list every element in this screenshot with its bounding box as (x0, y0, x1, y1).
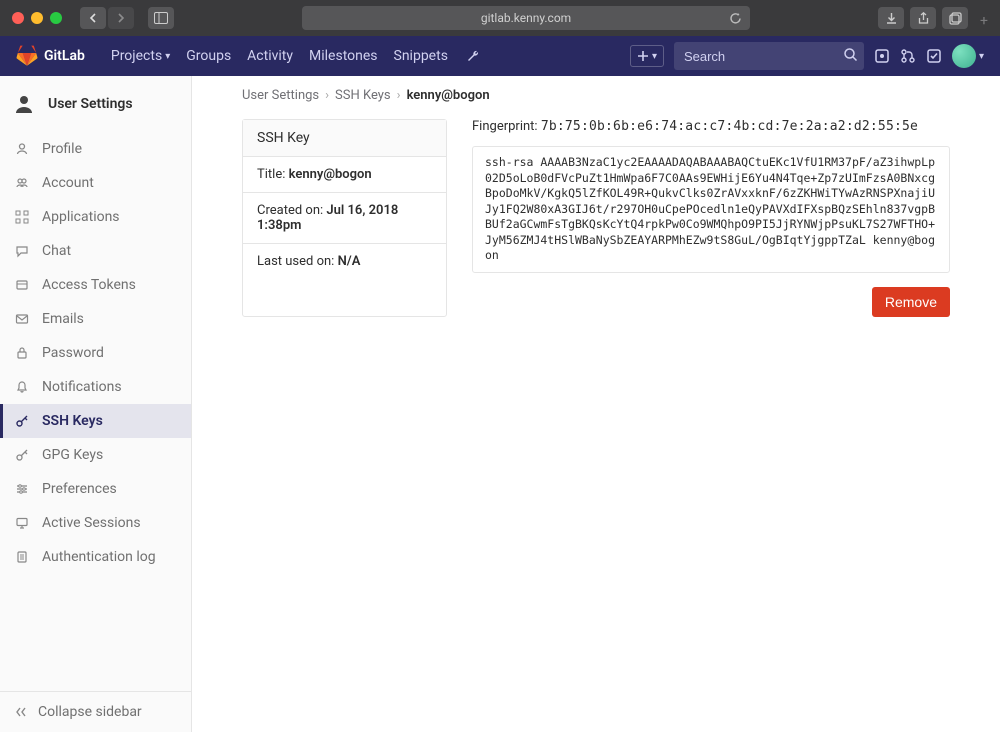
sidebar-item-active-sessions[interactable]: Active Sessions (0, 506, 191, 540)
browser-back[interactable] (80, 7, 106, 29)
fingerprint-row: Fingerprint: 7b:75:0b:6b:e6:74:ac:c7:4b:… (472, 119, 950, 134)
search-icon[interactable] (843, 47, 858, 62)
breadcrumb-section[interactable]: SSH Keys (335, 88, 391, 103)
sidebar-item-applications[interactable]: Applications (0, 200, 191, 234)
collapse-label: Collapse sidebar (38, 704, 142, 720)
collapse-sidebar[interactable]: Collapse sidebar (0, 691, 191, 732)
window-controls (12, 12, 62, 24)
browser-address-bar[interactable]: gitlab.kenny.com (302, 6, 750, 30)
sidebar-item-label: Chat (42, 243, 71, 259)
admin-wrench-icon[interactable] (466, 49, 481, 64)
sidebar-heading-text: User Settings (48, 96, 133, 112)
nav-snippets[interactable]: Snippets (394, 48, 448, 64)
todos-icon[interactable] (926, 48, 942, 64)
sidebar-item-password[interactable]: Password (0, 336, 191, 370)
sidebar-item-label: SSH Keys (42, 413, 103, 429)
sidebar-item-account[interactable]: Account (0, 166, 191, 200)
gitlab-logo[interactable]: GitLab (16, 45, 85, 67)
browser-share-icon[interactable] (910, 7, 936, 29)
sidebar-item-label: Applications (42, 209, 120, 225)
nav-projects[interactable]: Projects▾ (111, 48, 170, 64)
card-row-title: Title: kenny@bogon (243, 157, 446, 193)
card-row-last-used: Last used on: N/A (243, 244, 446, 279)
sidebar-item-label: Account (42, 175, 94, 191)
sidebar-item-label: Active Sessions (42, 515, 141, 531)
fingerprint-label: Fingerprint: (472, 119, 538, 134)
browser-address-text: gitlab.kenny.com (481, 11, 571, 25)
window-minimize[interactable] (31, 12, 43, 24)
sidebar-item-gpg-keys[interactable]: GPG Keys (0, 438, 191, 472)
caret-down-icon: ▾ (165, 51, 170, 62)
public-key-box: ssh-rsa AAAAB3NzaC1yc2EAAAADAQABAAABAQCt… (472, 146, 950, 273)
browser-sidebar-toggle[interactable] (148, 7, 174, 29)
token-icon (14, 278, 30, 292)
brand-text: GitLab (44, 48, 85, 64)
sidebar-item-access-tokens[interactable]: Access Tokens (0, 268, 191, 302)
new-dropdown[interactable]: ▾ (630, 45, 664, 67)
breadcrumb: User Settings›SSH Keys›kenny@bogon (242, 88, 950, 103)
gitlab-header: GitLab Projects▾ Groups Activity Milesto… (0, 36, 1000, 76)
sidebar-item-emails[interactable]: Emails (0, 302, 191, 336)
merge-requests-icon[interactable] (900, 48, 916, 64)
browser-forward[interactable] (108, 7, 134, 29)
fingerprint-value: 7b:75:0b:6b:e6:74:ac:c7:4b:cd:7e:2a:a2:d… (541, 119, 918, 134)
caret-down-icon: ▾ (652, 51, 657, 62)
chat-icon (14, 244, 30, 258)
user-icon (12, 92, 36, 116)
nav-groups[interactable]: Groups (186, 48, 231, 64)
sidebar-item-label: Password (42, 345, 104, 361)
sidebar-item-label: GPG Keys (42, 447, 103, 463)
remove-button[interactable]: Remove (872, 287, 950, 317)
sidebar-item-label: Preferences (42, 481, 117, 497)
account-icon (14, 176, 30, 190)
sidebar-item-label: Notifications (42, 379, 122, 395)
sidebar-item-profile[interactable]: Profile (0, 132, 191, 166)
key-icon (14, 448, 30, 462)
email-icon (14, 312, 30, 326)
caret-down-icon: ▾ (979, 51, 984, 62)
card-row-created: Created on: Jul 16, 2018 1:38pm (243, 193, 446, 244)
sidebar-item-label: Profile (42, 141, 82, 157)
chevron-left-icon (14, 705, 28, 719)
card-heading: SSH Key (243, 120, 446, 157)
sidebar-item-label: Access Tokens (42, 277, 136, 293)
browser-chrome: gitlab.kenny.com + (0, 0, 1000, 36)
preferences-icon (14, 482, 30, 496)
ssh-key-card: SSH Key Title: kenny@bogon Created on: J… (242, 119, 447, 317)
nav-milestones[interactable]: Milestones (309, 48, 378, 64)
log-icon (14, 550, 30, 564)
main-content: User Settings›SSH Keys›kenny@bogon SSH K… (192, 76, 1000, 732)
window-close[interactable] (12, 12, 24, 24)
search-input[interactable] (674, 42, 864, 70)
key-icon (14, 414, 30, 428)
sidebar-item-preferences[interactable]: Preferences (0, 472, 191, 506)
breadcrumb-current: kenny@bogon (407, 88, 490, 103)
browser-tabs-icon[interactable] (942, 7, 968, 29)
browser-new-tab[interactable]: + (980, 7, 988, 29)
window-maximize[interactable] (50, 12, 62, 24)
profile-icon (14, 142, 30, 156)
sidebar-item-chat[interactable]: Chat (0, 234, 191, 268)
user-menu[interactable]: ▾ (952, 44, 984, 68)
monitor-icon (14, 516, 30, 530)
sidebar-item-label: Authentication log (42, 549, 156, 565)
nav-activity[interactable]: Activity (247, 48, 293, 64)
breadcrumb-root[interactable]: User Settings (242, 88, 319, 103)
avatar (952, 44, 976, 68)
browser-download-icon[interactable] (878, 7, 904, 29)
plus-icon (637, 50, 649, 62)
lock-icon (14, 346, 30, 360)
sidebar-item-auth-log[interactable]: Authentication log (0, 540, 191, 574)
settings-sidebar: User Settings Profile Account Applicatio… (0, 76, 192, 732)
sidebar-heading: User Settings (0, 76, 191, 132)
issues-icon[interactable] (874, 48, 890, 64)
sidebar-item-notifications[interactable]: Notifications (0, 370, 191, 404)
sidebar-item-ssh-keys[interactable]: SSH Keys (0, 404, 191, 438)
bell-icon (14, 380, 30, 394)
browser-reload-icon[interactable] (729, 12, 742, 25)
applications-icon (14, 210, 30, 224)
sidebar-item-label: Emails (42, 311, 84, 327)
